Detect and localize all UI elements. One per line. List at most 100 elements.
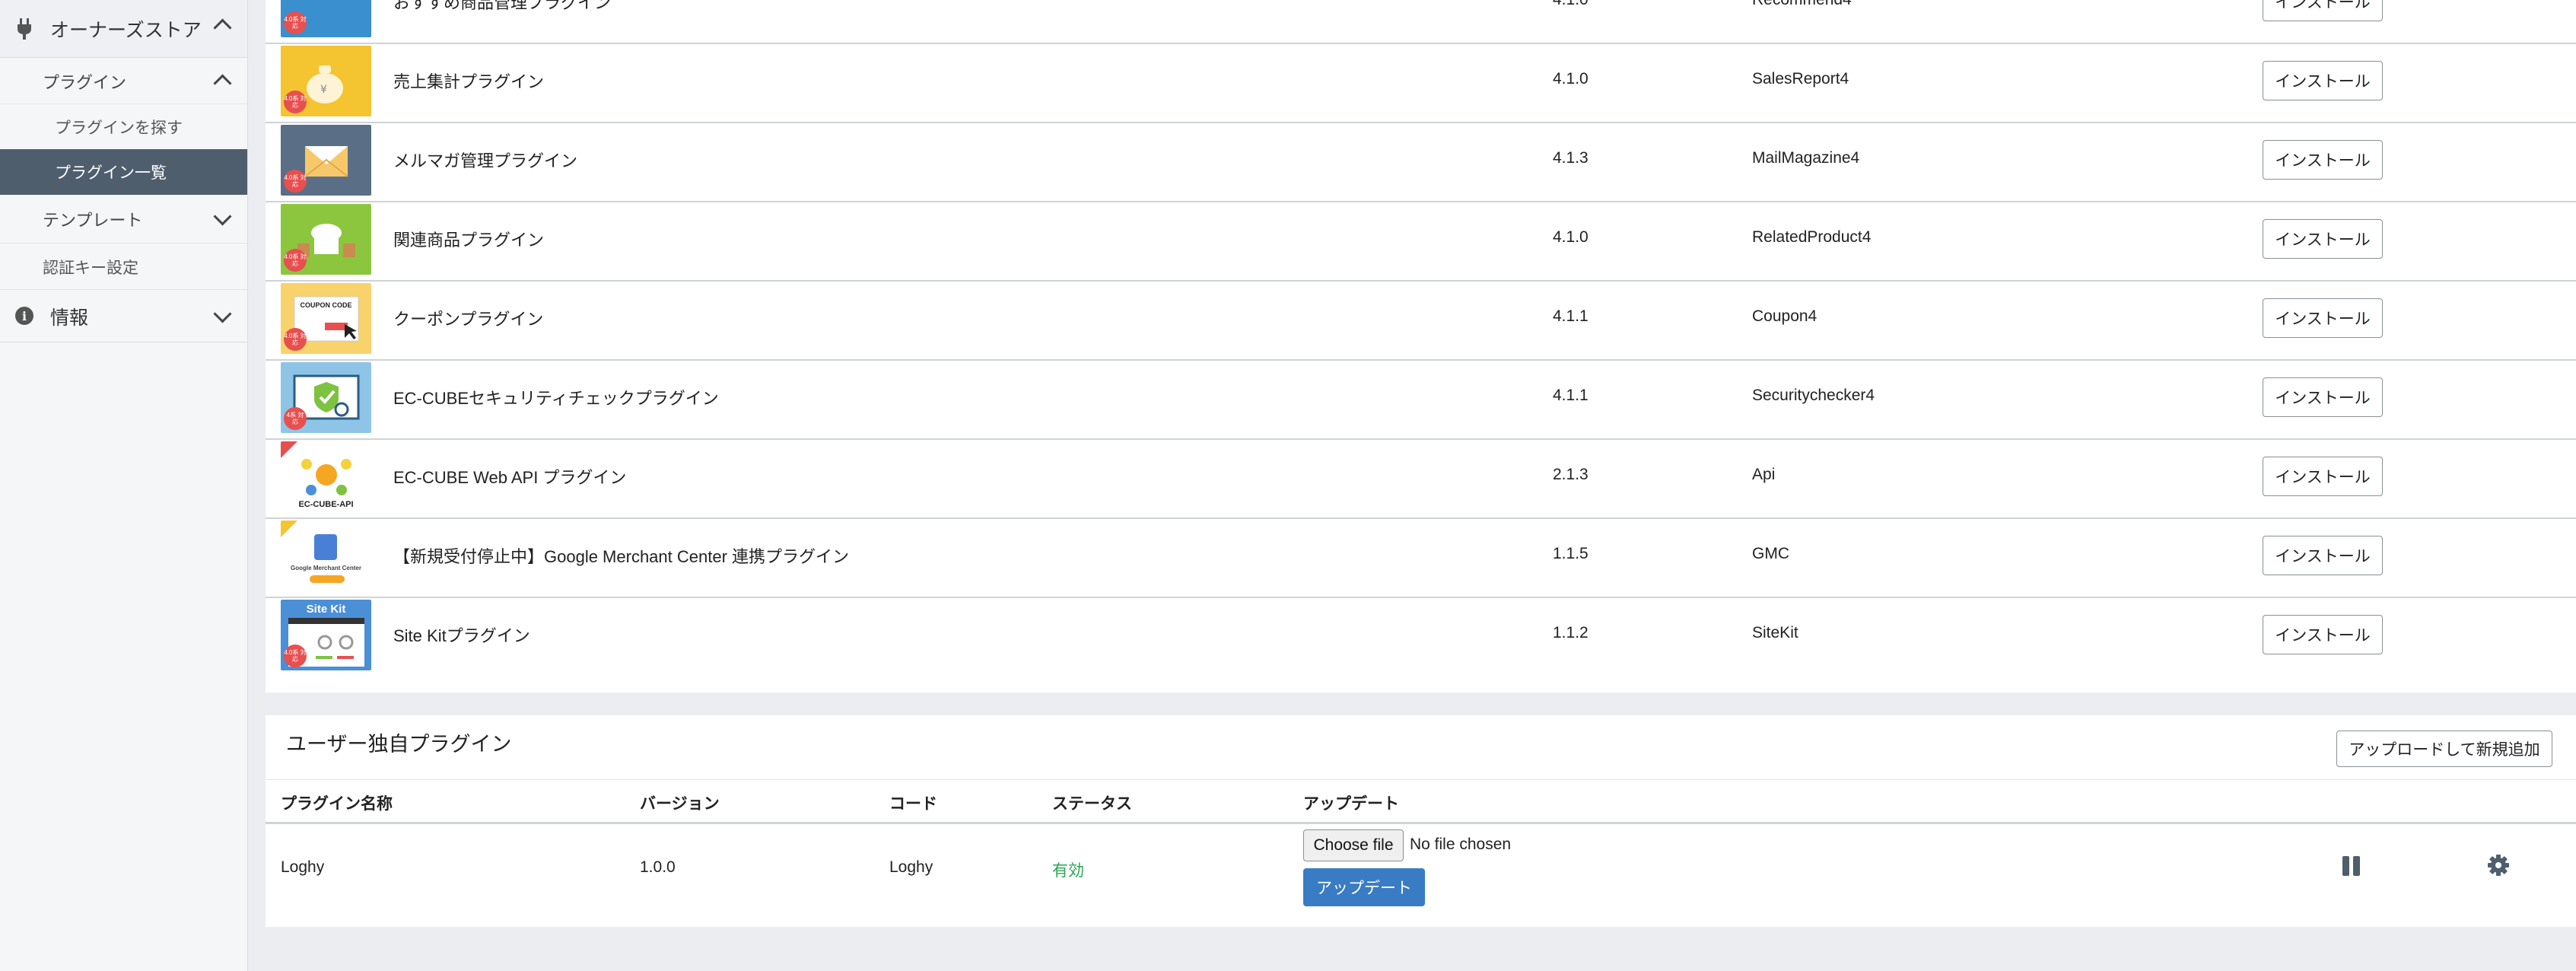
sidebar-item-owner-store[interactable]: オーナーズストア bbox=[0, 0, 247, 58]
install-button[interactable]: インストール bbox=[2263, 457, 2383, 496]
plugin-name: クーポンプラグイン bbox=[393, 310, 544, 329]
plugin-thumbnail: 4.0系 対応 COUPON CODE bbox=[281, 283, 371, 354]
plugin-name: 売上集計プラグイン bbox=[393, 72, 545, 91]
column-header-status: ステータス bbox=[1052, 795, 1132, 813]
install-button[interactable]: インストール bbox=[2263, 140, 2383, 180]
version-badge: 4.0系 対応 bbox=[284, 91, 307, 113]
sidebar-item-plugin-list[interactable]: プラグイン一覧 bbox=[0, 149, 247, 195]
column-header-code: コード bbox=[889, 795, 937, 813]
install-button[interactable]: インストール bbox=[2263, 61, 2383, 100]
choose-file-button[interactable]: Choose file bbox=[1303, 829, 1404, 861]
plugin-name: おすすめ商品管理プラグイン bbox=[393, 0, 612, 12]
plugin-row: 4.0系 対応 Site Kit Site Kitプラグイン 1.1.2 SiteKit… bbox=[266, 597, 2576, 676]
install-button[interactable]: インストール bbox=[2263, 377, 2383, 417]
plugin-version: 4.1.0 bbox=[1553, 70, 1589, 88]
pause-icon[interactable] bbox=[2342, 856, 2361, 876]
sidebar-item-find-plugin[interactable]: プラグインを探す bbox=[0, 105, 247, 149]
version-badge: 4.0系 対応 bbox=[284, 328, 307, 351]
plugin-thumbnail: EC-CUBE-API bbox=[281, 441, 371, 512]
divider bbox=[266, 822, 2576, 824]
plugin-version: 4.1.0 bbox=[1553, 0, 1589, 9]
plugin-code: Securitychecker4 bbox=[1752, 387, 1875, 404]
plugin-code: MailMagazine4 bbox=[1752, 149, 1860, 167]
install-button[interactable]: インストール bbox=[2263, 615, 2383, 654]
upload-new-button[interactable]: アップロードして新規追加 bbox=[2336, 731, 2552, 767]
version-badge: 4.0系 対応 bbox=[284, 249, 307, 272]
plugin-version: 1.0.0 bbox=[640, 858, 676, 876]
sidebar-item-template[interactable]: テンプレート bbox=[0, 195, 247, 244]
plugin-thumbnail: ¥4.0系 対応 bbox=[281, 46, 371, 116]
install-button[interactable]: インストール bbox=[2263, 298, 2383, 338]
plugin-name: Loghy bbox=[281, 858, 325, 876]
install-button[interactable]: インストール bbox=[2263, 0, 2383, 21]
plugin-thumbnail: 4.0系 対応 bbox=[281, 125, 371, 196]
plugin-row: EC-CUBE-API EC-CUBE Web API プラグイン 2.1.3 Api… bbox=[266, 438, 2576, 519]
plugin-version: 4.1.3 bbox=[1553, 149, 1589, 167]
column-header-update: アップデート bbox=[1303, 795, 1399, 813]
plugin-version: 2.1.3 bbox=[1553, 466, 1589, 483]
column-header-version: バージョン bbox=[640, 795, 720, 813]
sidebar-item-label: プラグインを探す bbox=[55, 119, 183, 137]
svg-text:¥: ¥ bbox=[320, 84, 327, 96]
plugin-version: 1.1.5 bbox=[1553, 545, 1589, 562]
plugin-row: 4系 対応 EC-CUBEセキュリティチェックプラグイン 4.1.1 Security… bbox=[266, 359, 2576, 440]
status-badge: 有効 bbox=[1052, 862, 1084, 880]
gear-icon[interactable] bbox=[2487, 854, 2510, 880]
plugin-thumbnail: Google Merchant Center bbox=[281, 521, 371, 591]
sidebar: オーナーズストア プラグイン プラグインを探す プラグイン一覧 テンプレート 認… bbox=[0, 0, 248, 971]
thumbnail-label: EC-CUBE-API bbox=[298, 500, 354, 509]
plugin-row: 4.0系 対応 COUPON CODE クーポンプラグイン 4.1.1 Coupon4 イ… bbox=[266, 280, 2576, 361]
update-button[interactable]: アップデート bbox=[1303, 868, 1425, 906]
plugin-version: 4.1.1 bbox=[1553, 307, 1589, 325]
plugin-name: Site Kitプラグイン bbox=[393, 626, 530, 645]
plugin-code: Coupon4 bbox=[1752, 307, 1818, 325]
chevron-down-icon bbox=[213, 304, 232, 323]
chevron-down-icon bbox=[213, 207, 232, 226]
sidebar-item-plugin[interactable]: プラグイン bbox=[0, 59, 247, 104]
plugin-name: 【新規受付停止中】Google Merchant Center 連携プラグイン bbox=[393, 547, 850, 566]
plugin-code: RelatedProduct4 bbox=[1752, 228, 1872, 246]
plugin-thumbnail: 4.0系 対応 bbox=[281, 0, 371, 37]
plugin-thumbnail: 4.0系 対応 bbox=[281, 204, 371, 275]
plugin-code: GMC bbox=[1752, 545, 1789, 562]
install-button[interactable]: インストール bbox=[2263, 536, 2383, 575]
column-header-name: プラグイン名称 bbox=[281, 795, 393, 813]
plugin-row: Google Merchant Center 【新規受付停止中】Google Me… bbox=[266, 517, 2576, 598]
thumbnail-label: Google Merchant Center bbox=[291, 565, 361, 571]
sidebar-item-auth-key[interactable]: 認証キー設定 bbox=[0, 244, 247, 290]
sidebar-item-label: プラグイン bbox=[43, 72, 127, 92]
version-badge: 4.0系 対応 bbox=[284, 170, 307, 193]
plug-icon bbox=[17, 18, 32, 45]
thumbnail-label: COUPON CODE bbox=[300, 301, 352, 309]
sidebar-item-label: オーナーズストア bbox=[50, 19, 202, 41]
plugin-code: Recommend4 bbox=[1752, 0, 1852, 9]
plugin-row: 4.0系 対応 関連商品プラグイン 4.1.0 RelatedProduct4 インスト… bbox=[266, 201, 2576, 282]
plugin-name: EC-CUBEセキュリティチェックプラグイン bbox=[393, 389, 719, 408]
divider bbox=[266, 779, 2576, 780]
sidebar-item-label: 情報 bbox=[50, 307, 89, 329]
sidebar-item-label: テンプレート bbox=[43, 210, 143, 230]
plugin-name: EC-CUBE Web API プラグイン bbox=[393, 468, 627, 487]
plugin-code: Api bbox=[1752, 466, 1776, 483]
plugin-code: SiteKit bbox=[1752, 624, 1798, 641]
file-status-text: No file chosen bbox=[1410, 836, 1512, 853]
plugin-row: 4.0系 対応 メルマガ管理プラグイン 4.1.3 MailMagazine4 インスト… bbox=[266, 122, 2576, 202]
plugin-row: ¥4.0系 対応 売上集計プラグイン 4.1.0 SalesReport4 インストール bbox=[266, 43, 2576, 123]
thumbnail-label: Site Kit bbox=[306, 603, 346, 616]
install-button[interactable]: インストール bbox=[2263, 219, 2383, 259]
plugin-thumbnail: 4系 対応 bbox=[281, 362, 371, 433]
plugin-name: 関連商品プラグイン bbox=[393, 231, 545, 250]
version-badge: 4.0系 対応 bbox=[284, 11, 307, 34]
sidebar-item-info[interactable]: i 情報 bbox=[0, 291, 247, 342]
plugin-version: 4.1.0 bbox=[1553, 228, 1589, 246]
recommended-plugins-panel: 4.0系 対応 おすすめ商品管理プラグイン 4.1.0 Recommend4 インストー… bbox=[266, 0, 2576, 692]
google-merchant-icon bbox=[281, 521, 371, 591]
plugin-name: メルマガ管理プラグイン bbox=[393, 151, 578, 170]
plugin-row: 4.0系 対応 おすすめ商品管理プラグイン 4.1.0 Recommend4 インストー… bbox=[266, 0, 2576, 44]
sidebar-item-label: 認証キー設定 bbox=[43, 259, 138, 277]
plugin-code: Loghy bbox=[889, 858, 933, 876]
chevron-up-icon bbox=[213, 18, 232, 37]
plugin-version: 1.1.2 bbox=[1553, 624, 1589, 641]
plugin-version: 4.1.1 bbox=[1553, 387, 1589, 404]
chevron-up-icon bbox=[213, 74, 232, 93]
